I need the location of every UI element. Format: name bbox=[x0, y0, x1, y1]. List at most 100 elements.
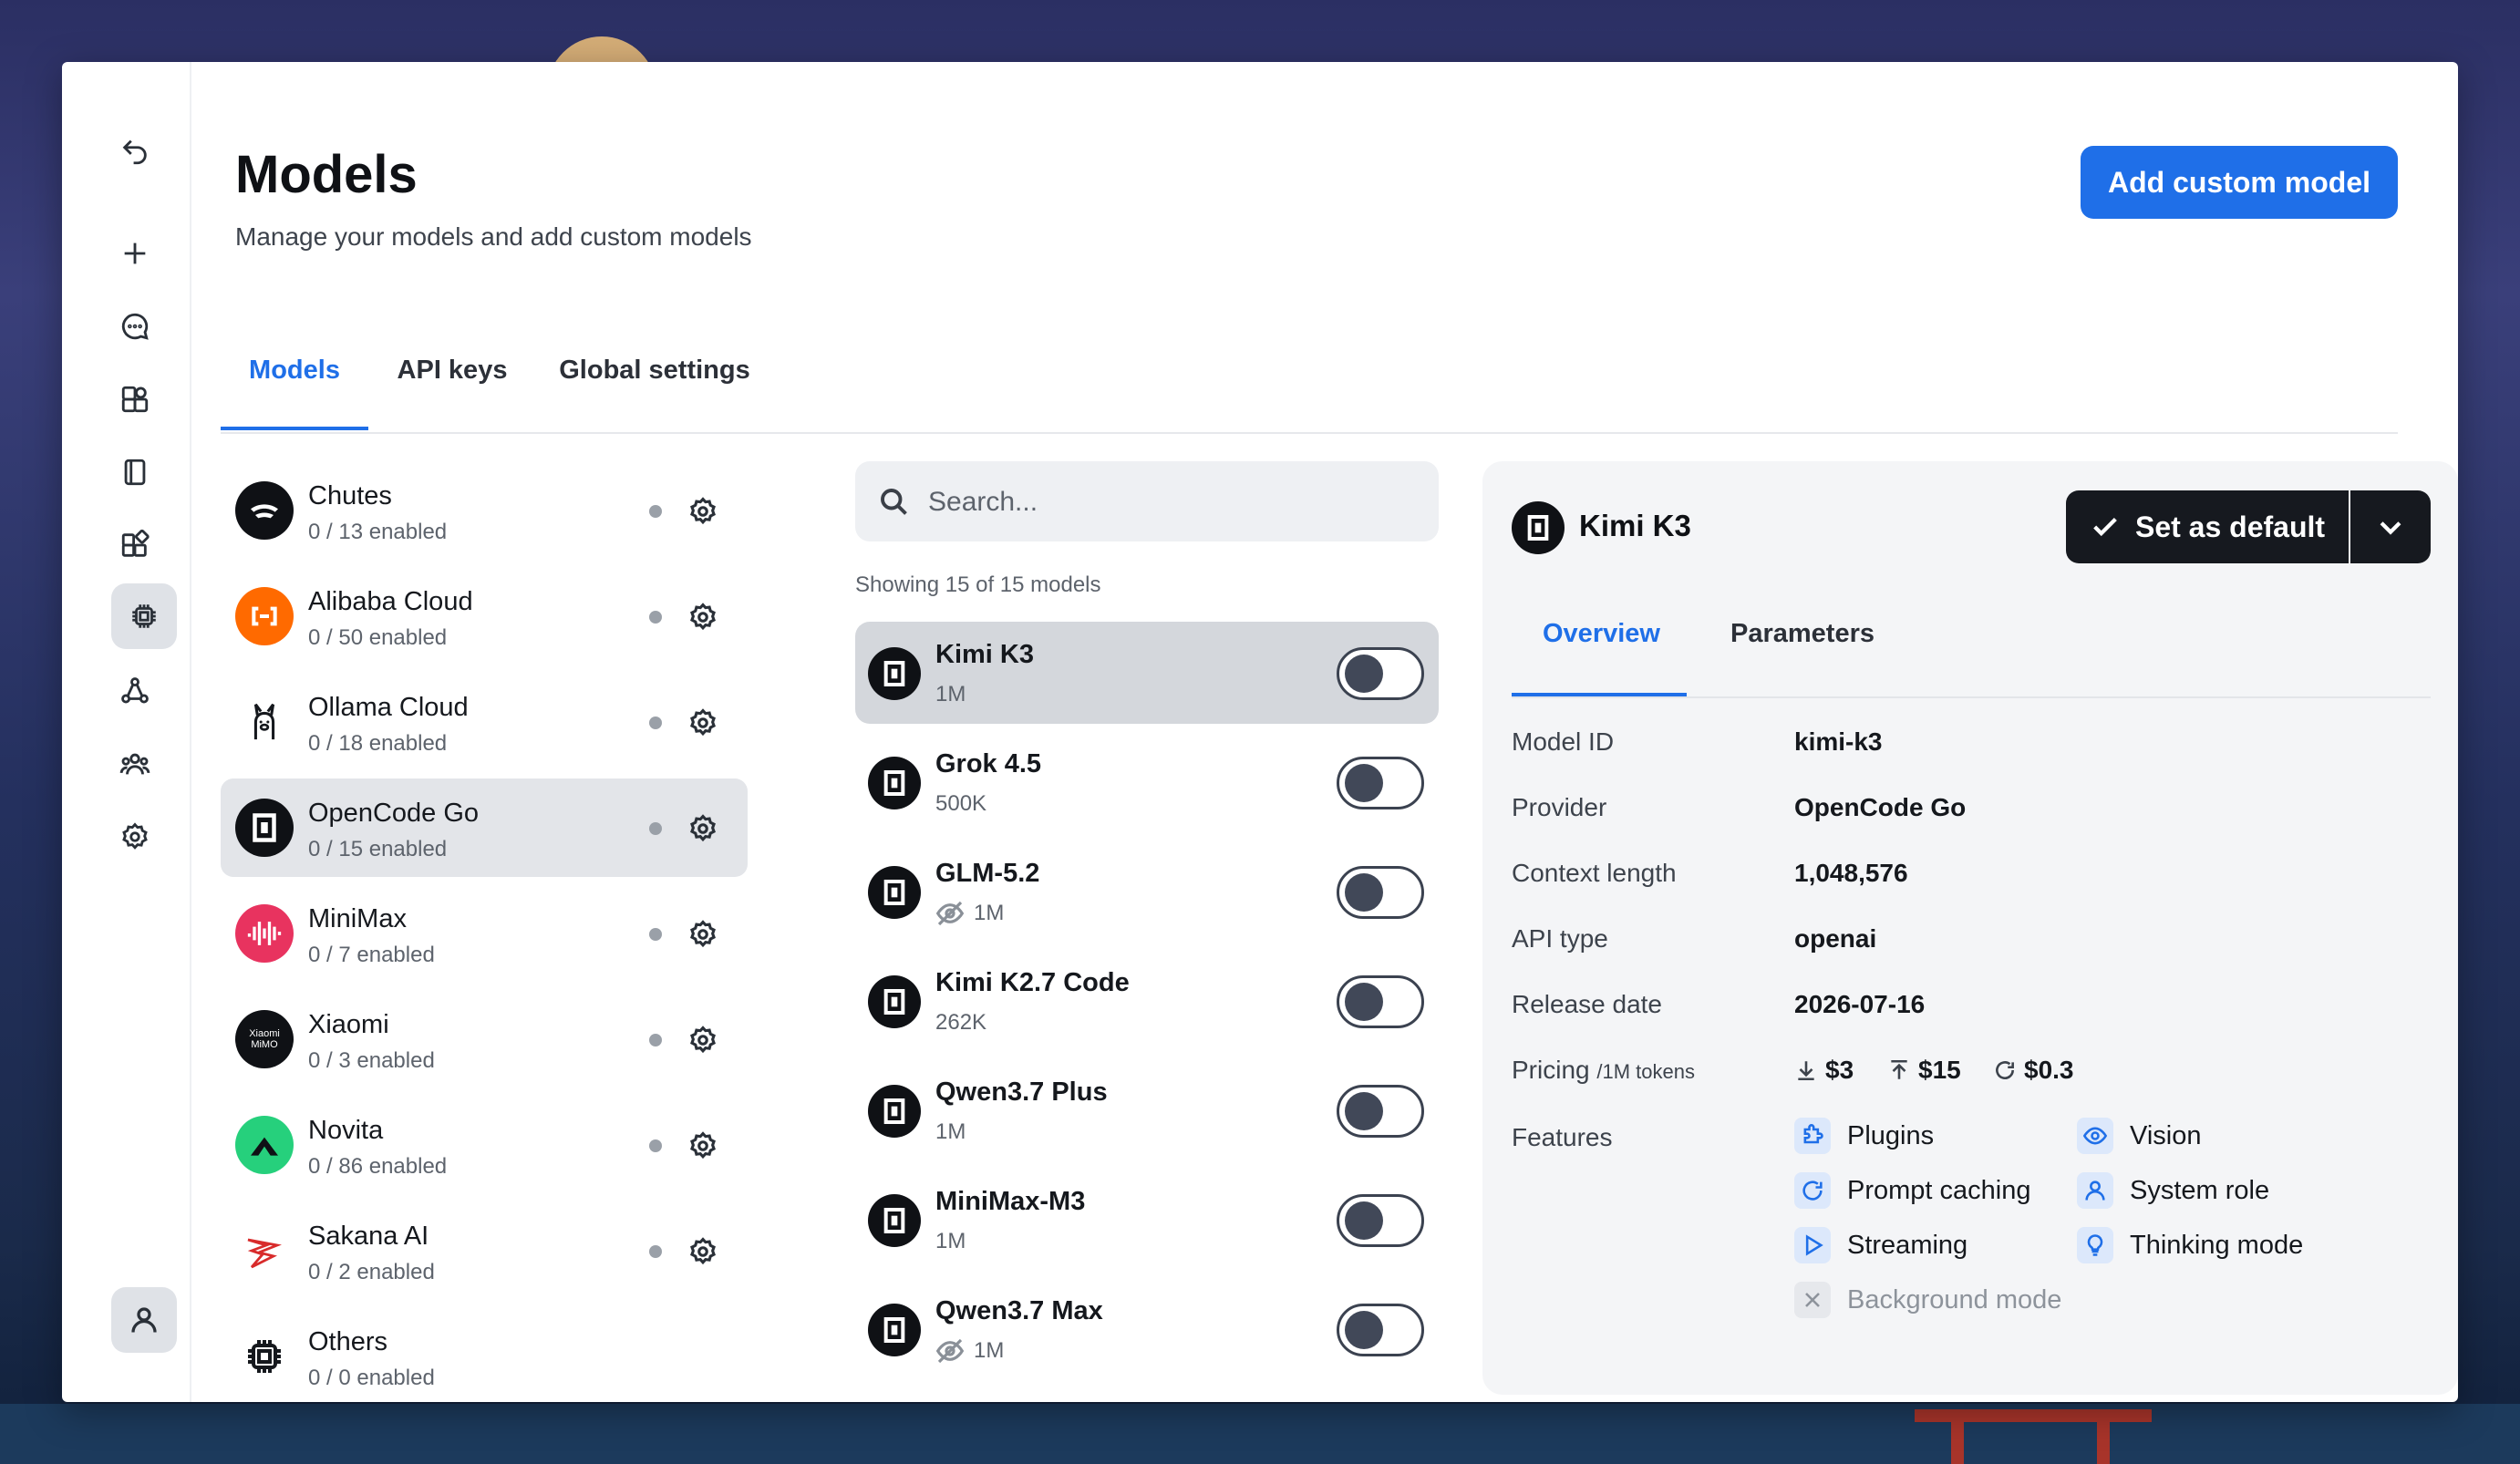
set-default-dropdown[interactable] bbox=[2350, 490, 2431, 563]
provider-name: Sakana AI bbox=[308, 1222, 429, 1251]
provider-name: Ollama Cloud bbox=[308, 693, 469, 722]
book-icon[interactable] bbox=[113, 450, 157, 494]
gear-icon[interactable] bbox=[687, 919, 718, 950]
gear-icon[interactable] bbox=[687, 1236, 718, 1267]
opencode-logo-icon bbox=[868, 757, 921, 809]
add-custom-model-button[interactable]: Add custom model bbox=[2081, 146, 2398, 219]
page-title: Models bbox=[235, 145, 418, 204]
model-toggle[interactable] bbox=[1337, 1194, 1424, 1247]
feature-streaming: Streaming bbox=[1794, 1227, 1967, 1263]
provider-item-novita[interactable]: Novita 0 / 86 enabled bbox=[221, 1096, 748, 1194]
opencode-logo-icon bbox=[868, 1194, 921, 1247]
model-row-kimi-k2-7-code[interactable]: Kimi K2.7 Code 262K bbox=[855, 950, 1439, 1052]
model-row-qwen3-7-max[interactable]: Qwen3.7 Max 1M bbox=[855, 1278, 1439, 1380]
release-date-label: Release date bbox=[1512, 990, 1663, 1018]
gear-icon[interactable] bbox=[687, 1025, 718, 1056]
provider-name: Novita bbox=[308, 1116, 384, 1145]
gear-icon[interactable] bbox=[687, 602, 718, 633]
provider-name: Others bbox=[308, 1327, 388, 1356]
status-dot bbox=[649, 1245, 662, 1258]
refresh-icon bbox=[1794, 1172, 1831, 1209]
price-cache-value: $0.3 bbox=[2024, 1056, 2074, 1084]
model-toggle[interactable] bbox=[1337, 647, 1424, 700]
api-type-label: API type bbox=[1512, 924, 1608, 953]
price-output-value: $15 bbox=[1918, 1056, 1961, 1084]
model-toggle[interactable] bbox=[1337, 1304, 1424, 1356]
feature-system-role: System role bbox=[2077, 1172, 2269, 1209]
tab-models[interactable]: Models bbox=[221, 308, 368, 432]
model-row-minimax-m3[interactable]: MiniMax-M3 1M bbox=[855, 1169, 1439, 1271]
toggle-knob bbox=[1345, 873, 1383, 912]
provider-item-ollama-cloud[interactable]: Ollama Cloud 0 / 18 enabled bbox=[221, 673, 748, 771]
api-type-value: openai bbox=[1794, 924, 1877, 953]
provider-item-chutes[interactable]: Chutes 0 / 13 enabled bbox=[221, 461, 748, 560]
price-output: $15 bbox=[1887, 1056, 1961, 1085]
refresh-icon bbox=[1996, 1061, 2014, 1080]
model-row-grok-4-5[interactable]: Grok 4.5 500K bbox=[855, 731, 1439, 833]
chat-icon[interactable] bbox=[113, 304, 157, 348]
user-icon[interactable] bbox=[111, 1287, 177, 1353]
puzzle-icon bbox=[1794, 1118, 1831, 1154]
settings-icon[interactable] bbox=[113, 815, 157, 859]
release-date-value: 2026-07-16 bbox=[1794, 990, 1926, 1018]
model-search bbox=[855, 461, 1439, 541]
tab-overview[interactable]: Overview bbox=[1543, 571, 1660, 696]
eye-off-icon bbox=[935, 899, 965, 928]
provider-item-opencode-go[interactable]: OpenCode Go 0 / 15 enabled bbox=[221, 778, 748, 877]
model-context: 262K bbox=[935, 1010, 987, 1035]
tab-global-settings[interactable]: Global settings bbox=[549, 308, 760, 432]
provider-value: OpenCode Go bbox=[1794, 793, 1967, 821]
alibaba-logo-icon bbox=[235, 587, 294, 645]
main-tabs: Models API keys Global settings bbox=[221, 308, 2398, 434]
gear-icon[interactable] bbox=[687, 1130, 718, 1161]
provider-item-minimax[interactable]: MiniMax 0 / 7 enabled bbox=[221, 884, 748, 983]
apps-icon[interactable] bbox=[113, 377, 157, 421]
model-toggle[interactable] bbox=[1337, 757, 1424, 809]
provider-item-xiaomi[interactable]: Xiaomi MiMO Xiaomi 0 / 3 enabled bbox=[221, 990, 748, 1088]
team-icon[interactable] bbox=[113, 742, 157, 786]
sakana-logo-icon bbox=[235, 1222, 294, 1280]
model-toggle[interactable] bbox=[1337, 866, 1424, 919]
model-name: Grok 4.5 bbox=[935, 749, 1042, 778]
feature-vision: Vision bbox=[2077, 1118, 2201, 1154]
opencode-logo-icon bbox=[868, 1304, 921, 1356]
set-as-default-button[interactable]: Set as default bbox=[2066, 490, 2349, 563]
context-length-value: 1,048,576 bbox=[1794, 859, 1908, 887]
search-input[interactable] bbox=[926, 478, 1404, 527]
context-length-label: Context length bbox=[1512, 859, 1677, 887]
share-icon[interactable] bbox=[113, 669, 157, 713]
feature-label: Plugins bbox=[1847, 1120, 1935, 1150]
chip-icon[interactable] bbox=[111, 583, 177, 649]
gear-icon[interactable] bbox=[687, 813, 718, 844]
provider-count: 0 / 15 enabled bbox=[308, 837, 448, 861]
gear-icon[interactable] bbox=[687, 707, 718, 738]
model-toggle[interactable] bbox=[1337, 1085, 1424, 1138]
model-row-glm-5-2[interactable]: GLM-5.2 1M bbox=[855, 840, 1439, 943]
model-row-qwen3-7-plus[interactable]: Qwen3.7 Plus 1M bbox=[855, 1059, 1439, 1161]
provider-count: 0 / 3 enabled bbox=[308, 1048, 435, 1073]
tab-parameters[interactable]: Parameters bbox=[1730, 571, 1875, 696]
model-name: MiniMax-M3 bbox=[935, 1187, 1086, 1216]
provider-count: 0 / 2 enabled bbox=[308, 1260, 435, 1284]
extensions-icon[interactable] bbox=[113, 523, 157, 567]
model-name: Qwen3.7 Max bbox=[935, 1296, 1103, 1325]
gear-icon[interactable] bbox=[687, 496, 718, 527]
provider-item-alibaba-cloud[interactable]: Alibaba Cloud 0 / 50 enabled bbox=[221, 567, 748, 665]
provider-name: Xiaomi bbox=[308, 1010, 389, 1039]
play-icon bbox=[1794, 1227, 1831, 1263]
status-dot bbox=[649, 1034, 662, 1046]
model-row-kimi-k3[interactable]: Kimi K3 1M bbox=[855, 622, 1439, 724]
provider-item-sakana-ai[interactable]: Sakana AI 0 / 2 enabled bbox=[221, 1201, 748, 1300]
opencode-logo-icon bbox=[868, 975, 921, 1028]
plus-icon[interactable] bbox=[113, 232, 157, 275]
status-dot bbox=[649, 928, 662, 941]
eye-off-icon bbox=[935, 1336, 965, 1366]
back-icon[interactable] bbox=[113, 129, 157, 173]
xiaomi-logo-icon: Xiaomi MiMO bbox=[235, 1010, 294, 1068]
model-toggle[interactable] bbox=[1337, 975, 1424, 1028]
provider-count: 0 / 86 enabled bbox=[308, 1154, 448, 1179]
tab-api-keys[interactable]: API keys bbox=[385, 308, 520, 432]
model-context: 1M bbox=[935, 1119, 966, 1144]
ollama-logo-icon bbox=[235, 693, 294, 751]
provider-item-others[interactable]: Others 0 / 0 enabled bbox=[221, 1307, 748, 1398]
